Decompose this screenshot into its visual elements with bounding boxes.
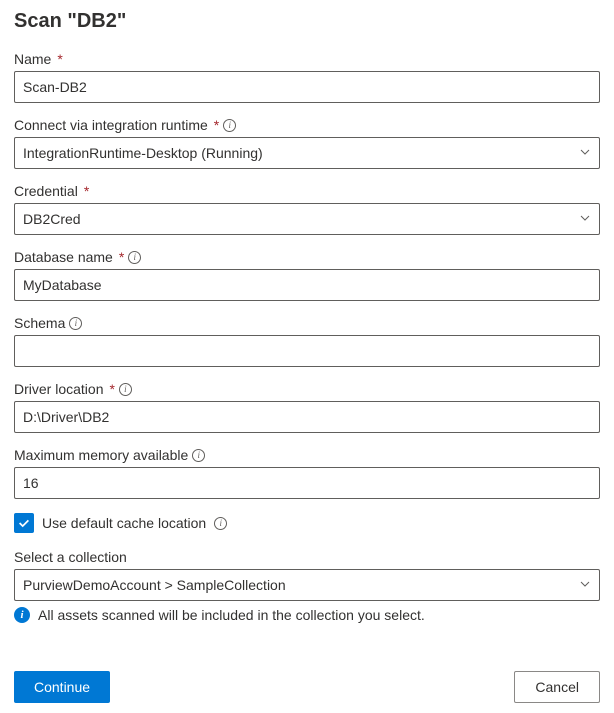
- info-badge-icon: i: [14, 607, 30, 623]
- select-value: PurviewDemoAccount > SampleCollection: [23, 577, 286, 593]
- required-asterisk: *: [57, 51, 62, 67]
- chevron-down-icon: [579, 145, 591, 161]
- collection-select[interactable]: PurviewDemoAccount > SampleCollection: [14, 569, 600, 601]
- select-value: IntegrationRuntime-Desktop (Running): [23, 145, 263, 161]
- driver-input[interactable]: [14, 401, 600, 433]
- field-cache: Use default cache location i: [14, 513, 600, 533]
- label-text: Schema: [14, 315, 65, 331]
- required-asterisk: *: [109, 381, 114, 397]
- driver-label: Driver location * i: [14, 381, 600, 397]
- label-text: Maximum memory available: [14, 447, 188, 463]
- field-runtime: Connect via integration runtime * i Integ…: [14, 117, 600, 169]
- page-title: Scan "DB2": [14, 10, 600, 33]
- required-asterisk: *: [119, 249, 124, 265]
- runtime-label: Connect via integration runtime * i: [14, 117, 600, 133]
- field-memory: Maximum memory available i: [14, 447, 600, 499]
- required-asterisk: *: [214, 117, 219, 133]
- name-label: Name *: [14, 51, 600, 67]
- name-input[interactable]: [14, 71, 600, 103]
- collection-label: Select a collection: [14, 549, 600, 565]
- info-icon[interactable]: i: [128, 251, 141, 264]
- label-text: Credential: [14, 183, 78, 199]
- info-icon[interactable]: i: [119, 383, 132, 396]
- cancel-button[interactable]: Cancel: [514, 671, 600, 703]
- select-value: DB2Cred: [23, 211, 81, 227]
- info-icon[interactable]: i: [214, 517, 227, 530]
- memory-label: Maximum memory available i: [14, 447, 600, 463]
- label-text: Connect via integration runtime: [14, 117, 208, 133]
- schema-input[interactable]: [14, 335, 600, 367]
- info-icon[interactable]: i: [69, 317, 82, 330]
- memory-input[interactable]: [14, 467, 600, 499]
- database-label: Database name * i: [14, 249, 600, 265]
- label-text: Name: [14, 51, 51, 67]
- required-asterisk: *: [84, 183, 89, 199]
- schema-label: Schema i: [14, 315, 600, 331]
- info-icon[interactable]: i: [192, 449, 205, 462]
- field-credential: Credential * DB2Cred: [14, 183, 600, 235]
- label-text: Driver location: [14, 381, 103, 397]
- field-schema: Schema i: [14, 315, 600, 367]
- chevron-down-icon: [579, 577, 591, 593]
- field-driver: Driver location * i: [14, 381, 600, 433]
- credential-select[interactable]: DB2Cred: [14, 203, 600, 235]
- runtime-select[interactable]: IntegrationRuntime-Desktop (Running): [14, 137, 600, 169]
- chevron-down-icon: [579, 211, 591, 227]
- credential-label: Credential *: [14, 183, 600, 199]
- database-input[interactable]: [14, 269, 600, 301]
- footer: Continue Cancel: [14, 671, 600, 703]
- hint-text: All assets scanned will be included in t…: [38, 607, 425, 623]
- label-text: Database name: [14, 249, 113, 265]
- label-text: Select a collection: [14, 549, 127, 565]
- collection-hint: i All assets scanned will be included in…: [14, 607, 600, 623]
- field-collection: Select a collection PurviewDemoAccount >…: [14, 549, 600, 623]
- info-icon[interactable]: i: [223, 119, 236, 132]
- field-database: Database name * i: [14, 249, 600, 301]
- cache-checkbox[interactable]: [14, 513, 34, 533]
- continue-button[interactable]: Continue: [14, 671, 110, 703]
- field-name: Name *: [14, 51, 600, 103]
- cache-label: Use default cache location: [42, 515, 206, 531]
